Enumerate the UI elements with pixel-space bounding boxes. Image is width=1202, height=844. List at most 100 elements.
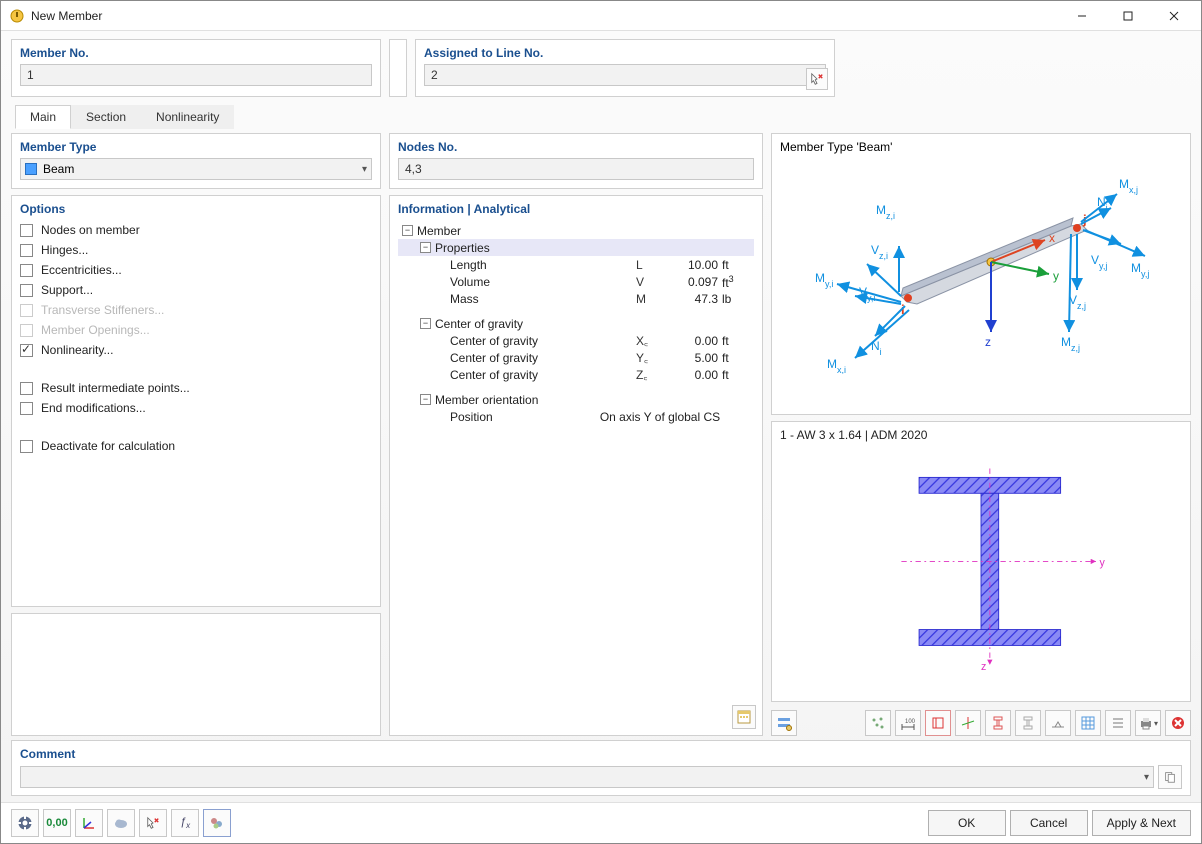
tabs: Main Section Nonlinearity: [11, 105, 1191, 129]
tree-cog[interactable]: − Center of gravity: [398, 315, 754, 332]
window-title: New Member: [31, 9, 1059, 23]
nodes-label: Nodes No.: [398, 140, 754, 154]
cross-section-title: 1 - AW 3 x 1.64 | ADM 2020: [780, 428, 1182, 442]
option-end-modifications[interactable]: End modifications...: [20, 398, 372, 418]
cancel-button[interactable]: Cancel: [1010, 810, 1088, 836]
tab-nonlinearity[interactable]: Nonlinearity: [141, 105, 234, 129]
svg-text:Mz,i: Mz,i: [876, 203, 895, 221]
toolbar-grid-button[interactable]: [1075, 710, 1101, 736]
option-label: Member Openings...: [41, 323, 150, 337]
assigned-line-field[interactable]: 2: [424, 64, 826, 86]
info-label: Information | Analytical: [398, 202, 754, 216]
options-label: Options: [20, 202, 372, 216]
member-preview-title: Member Type 'Beam': [780, 140, 1182, 154]
toolbar-delete-button[interactable]: [1165, 710, 1191, 736]
info-edit-button[interactable]: [732, 705, 756, 729]
comment-pane: Comment ▾: [11, 740, 1191, 796]
tree-position: Position On axis Y of global CS: [398, 408, 754, 425]
footer-pick-button[interactable]: [139, 809, 167, 837]
checkbox-icon[interactable]: [20, 244, 33, 257]
option-label: Nodes on member: [41, 223, 140, 237]
maximize-button[interactable]: [1105, 2, 1151, 30]
copy-comment-button[interactable]: [1158, 765, 1182, 789]
comment-field[interactable]: ▾: [20, 766, 1154, 788]
footer-units-button[interactable]: 0,00: [43, 809, 71, 837]
chevron-down-icon: ▾: [362, 164, 367, 175]
footer-help-button[interactable]: [11, 809, 39, 837]
toolbar-section-red-button[interactable]: [985, 710, 1011, 736]
footer-render-button[interactable]: [203, 809, 231, 837]
svg-text:Vy,j: Vy,j: [1091, 253, 1107, 271]
comment-row: Comment ▾: [11, 740, 1191, 796]
option-result-intermediate-points[interactable]: Result intermediate points...: [20, 378, 372, 398]
tree-properties[interactable]: − Properties: [398, 239, 754, 256]
tree-orientation[interactable]: − Member orientation: [398, 391, 754, 408]
footer-cloud-button[interactable]: [107, 809, 135, 837]
pick-line-button[interactable]: [806, 68, 828, 90]
close-button[interactable]: [1151, 2, 1197, 30]
checkbox-icon[interactable]: [20, 264, 33, 277]
member-type-value: Beam: [43, 162, 74, 176]
right-column: Member Type 'Beam': [771, 133, 1191, 736]
toolbar-supports-button[interactable]: [1045, 710, 1071, 736]
toolbar-print-button[interactable]: ▾: [1135, 710, 1161, 736]
middle-column: Nodes No. 4,3 Information | Analytical −…: [389, 133, 763, 736]
option-support[interactable]: Support...: [20, 280, 372, 300]
options-list: Nodes on member Hinges... Eccentricities..…: [20, 220, 372, 456]
apply-next-button[interactable]: Apply & Next: [1092, 810, 1191, 836]
option-label: Hinges...: [41, 243, 88, 257]
checkbox-icon[interactable]: [20, 402, 33, 415]
option-label: Deactivate for calculation: [41, 439, 175, 453]
option-hinges[interactable]: Hinges...: [20, 240, 372, 260]
checkbox-icon[interactable]: [20, 284, 33, 297]
collapse-icon[interactable]: −: [420, 242, 431, 253]
toolbar-settings-button[interactable]: [771, 710, 797, 736]
option-eccentricities[interactable]: Eccentricities...: [20, 260, 372, 280]
toolbar-dimension-button[interactable]: 100: [895, 710, 921, 736]
toolbar-section-grey-button[interactable]: [1015, 710, 1041, 736]
nodes-field[interactable]: 4,3: [398, 158, 754, 180]
toolbar-stress-button[interactable]: [925, 710, 951, 736]
checkbox-icon: [20, 324, 33, 337]
checkbox-icon[interactable]: [20, 224, 33, 237]
svg-text:Vz,i: Vz,i: [871, 243, 888, 261]
checkbox-icon[interactable]: [20, 382, 33, 395]
option-deactivate-for-calculation[interactable]: Deactivate for calculation: [20, 436, 372, 456]
minimize-button[interactable]: [1059, 2, 1105, 30]
footer-cs-button[interactable]: [75, 809, 103, 837]
tree-volume: Volume V 0.097 ft3: [398, 273, 754, 290]
tab-section[interactable]: Section: [71, 105, 141, 129]
svg-text:My,i: My,i: [815, 271, 833, 289]
checkbox-icon[interactable]: [20, 440, 33, 453]
nodes-pane: Nodes No. 4,3: [389, 133, 763, 189]
tree-member[interactable]: − Member: [398, 222, 754, 239]
ok-button[interactable]: OK: [928, 810, 1006, 836]
option-label: Eccentricities...: [41, 263, 122, 277]
tree-mass: Mass M 47.3 lb: [398, 290, 754, 307]
footer-function-button[interactable]: ƒx: [171, 809, 199, 837]
collapse-icon[interactable]: −: [402, 225, 413, 236]
checkbox-icon: [20, 304, 33, 317]
member-no-field[interactable]: 1: [20, 64, 372, 86]
cross-section-pane: 1 - AW 3 x 1.64 | ADM 2020: [771, 421, 1191, 703]
option-nodes-on-member[interactable]: Nodes on member: [20, 220, 372, 240]
option-nonlinearity[interactable]: Nonlinearity...: [20, 340, 372, 360]
collapse-icon[interactable]: −: [420, 318, 431, 329]
tree-cog-x: Center of gravity X꜀ 0.00 ft: [398, 332, 754, 349]
member-type-combo[interactable]: Beam ▾: [20, 158, 372, 180]
collapse-icon[interactable]: −: [420, 394, 431, 405]
right-toolbar: 100 ▾: [771, 708, 1191, 736]
tab-main[interactable]: Main: [15, 105, 71, 129]
svg-text:z: z: [981, 661, 986, 672]
option-label: Nonlinearity...: [41, 343, 113, 357]
chevron-down-icon: ▾: [1144, 772, 1149, 783]
left-blank-pane: [11, 613, 381, 736]
titlebar: New Member: [1, 1, 1201, 31]
svg-text:y: y: [1053, 269, 1059, 283]
dialog-window: New Member Member No. 1 Assigned to Line…: [0, 0, 1202, 844]
toolbar-points-button[interactable]: [865, 710, 891, 736]
checkbox-icon[interactable]: [20, 344, 33, 357]
toolbar-list-button[interactable]: [1105, 710, 1131, 736]
svg-text:100: 100: [905, 719, 916, 725]
toolbar-axes-button[interactable]: [955, 710, 981, 736]
